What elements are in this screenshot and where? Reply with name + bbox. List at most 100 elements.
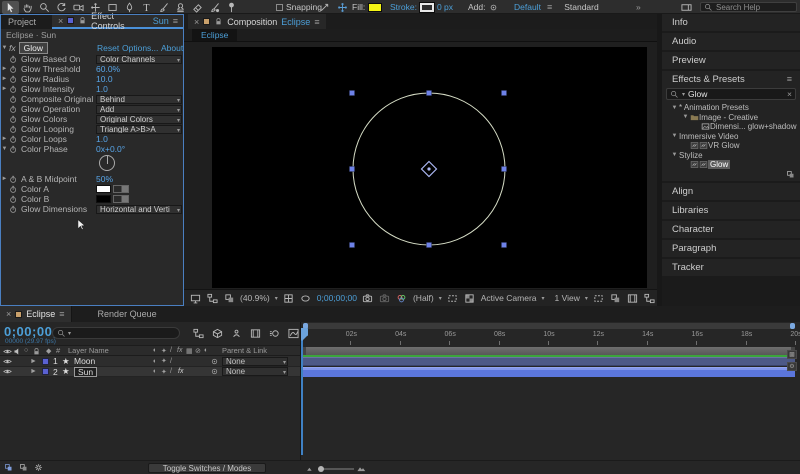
panel-header-libraries[interactable]: Libraries	[662, 202, 800, 219]
playhead-handle[interactable]	[300, 328, 308, 336]
color-picker-icon[interactable]	[113, 195, 129, 203]
snapshot-icon[interactable]	[362, 292, 374, 304]
effects-presets-header[interactable]: Effects & Presets ≡	[662, 71, 800, 87]
workspace-standard[interactable]: Standard	[564, 2, 599, 12]
zoom-slider-knob[interactable]	[318, 466, 324, 472]
tool-brush-button[interactable]	[155, 1, 172, 14]
timeline-search-box[interactable]: ▾	[52, 327, 180, 339]
viewer-timecode[interactable]: 0;00;00;00	[317, 293, 357, 303]
property-value[interactable]: 0x+0.0°	[96, 144, 125, 154]
about-link[interactable]: About..	[161, 43, 184, 53]
close-icon[interactable]: ×	[58, 16, 63, 26]
shy-layers-icon[interactable]	[230, 327, 242, 339]
composition-frame[interactable]	[212, 47, 647, 288]
twirl-open-icon[interactable]: ▼	[670, 133, 679, 139]
options-link[interactable]: Options...	[122, 43, 158, 53]
dual-view-icon[interactable]	[223, 292, 235, 304]
audio-column-icon[interactable]	[13, 347, 22, 356]
expand-switches-pane-icon[interactable]	[19, 463, 28, 472]
layer-quality-icon[interactable]: /	[170, 368, 172, 375]
fill-swatch[interactable]	[368, 3, 382, 12]
navigator-end-handle[interactable]	[790, 323, 795, 329]
graph-editor-icon[interactable]	[287, 327, 299, 339]
property-value[interactable]: 10.0	[96, 74, 113, 84]
resolution-value[interactable]: (Half)	[413, 293, 434, 303]
lock-column-icon[interactable]	[32, 347, 41, 356]
property-dropdown[interactable]: Triangle A>B>A▾	[96, 125, 182, 134]
tool-selection-button[interactable]	[2, 1, 19, 14]
zoom-in-icon[interactable]	[357, 464, 366, 473]
parent-dropdown[interactable]: None▾	[222, 357, 288, 366]
snapping-checkbox[interactable]	[276, 4, 283, 11]
color-swatch[interactable]	[96, 195, 111, 203]
workspace-default[interactable]: Default	[514, 2, 541, 12]
draft-3d-icon[interactable]	[211, 327, 223, 339]
magnification-value[interactable]: (40.9%)	[240, 293, 270, 303]
property-dropdown[interactable]: Original Colors▾	[96, 115, 182, 124]
toggle-switches-modes-button[interactable]: Toggle Switches / Modes	[148, 463, 266, 473]
property-value[interactable]: 1.0	[96, 134, 108, 144]
grid-guides-icon[interactable]	[283, 292, 295, 304]
label-column-icon[interactable]: ◆	[46, 346, 51, 355]
layer-row-sun[interactable]: ►2★Sun◖✦/fxNone▾	[0, 367, 300, 378]
stopwatch-icon[interactable]	[9, 175, 18, 184]
stroke-swatch[interactable]	[420, 3, 434, 12]
expand-transfer-pane-icon[interactable]	[34, 463, 43, 472]
lock-icon[interactable]	[78, 16, 87, 25]
tool-puppet-pin-button[interactable]	[223, 1, 240, 14]
work-area-bar[interactable]	[302, 347, 795, 357]
stopwatch-icon[interactable]	[9, 195, 18, 204]
workspace-bar-icon[interactable]	[680, 1, 692, 13]
video-column-icon[interactable]	[3, 347, 12, 356]
color-phase-dial[interactable]	[0, 154, 184, 174]
view-layout-selector[interactable]: 1 View	[555, 293, 580, 303]
property-value[interactable]: 50%	[96, 174, 113, 184]
twirl-icon[interactable]: ►	[0, 176, 9, 182]
panel-header-tracker[interactable]: Tracker	[662, 259, 800, 276]
effects-tree-item[interactable]: ▼* Animation Presets	[662, 103, 800, 113]
transparency-grid-icon[interactable]	[464, 292, 476, 304]
effects-tree-item[interactable]: ▼Image - Creative	[662, 113, 800, 123]
zoom-out-icon[interactable]	[306, 464, 315, 473]
layer-bar-sun[interactable]	[302, 367, 795, 377]
tool-camera-button[interactable]	[70, 1, 87, 14]
tab-project[interactable]: Project	[0, 14, 44, 29]
snap-align-icon[interactable]	[336, 1, 348, 13]
clear-search-icon[interactable]: ×	[787, 89, 792, 99]
active-camera-selector[interactable]: Active Camera	[481, 293, 537, 303]
stroke-value[interactable]: 0 px	[437, 2, 453, 12]
parent-pickwhip-icon[interactable]	[210, 357, 219, 366]
show-channels-icon[interactable]	[396, 292, 408, 304]
new-preset-icon[interactable]	[786, 170, 795, 179]
layer-shy-icon[interactable]: ◖	[152, 358, 156, 365]
stopwatch-icon[interactable]	[9, 115, 18, 124]
twirl-open-icon[interactable]: ▼	[670, 105, 679, 111]
motion-blur-icon[interactable]	[268, 327, 280, 339]
tool-clone-stamp-button[interactable]	[172, 1, 189, 14]
flowchart-button-icon[interactable]	[644, 292, 656, 304]
panel-header-character[interactable]: Character	[662, 221, 800, 238]
layer-shy-icon[interactable]: ◖	[152, 368, 156, 375]
layer-collapse-icon[interactable]: ✦	[161, 368, 167, 376]
reset-link[interactable]: Reset	[97, 43, 119, 53]
stopwatch-icon[interactable]	[9, 95, 18, 104]
playhead-line[interactable]	[301, 336, 303, 455]
snap-angle-icon[interactable]	[318, 1, 330, 13]
layer-color-swatch[interactable]	[42, 368, 49, 375]
add-icon[interactable]	[489, 3, 498, 12]
panel-header-preview[interactable]: Preview	[662, 52, 800, 69]
layer-collapse-icon[interactable]: ✦	[161, 357, 167, 365]
effect-name[interactable]: Glow	[19, 42, 48, 54]
tool-eraser-button[interactable]	[189, 1, 206, 14]
show-snapshot-icon[interactable]	[379, 292, 391, 304]
zoom-slider[interactable]	[318, 468, 354, 470]
close-icon[interactable]: ×	[6, 309, 11, 319]
panel-menu-icon[interactable]: ≡	[59, 309, 64, 319]
workspace-overflow[interactable]: »	[636, 0, 641, 14]
layer-visibility-icon[interactable]	[3, 357, 12, 366]
tool-roto-brush-button[interactable]	[206, 1, 223, 14]
layer-name[interactable]: Sun	[74, 367, 97, 377]
twirl-icon[interactable]: ►	[0, 136, 9, 142]
panel-header-audio[interactable]: Audio	[662, 33, 800, 50]
tab-render-queue[interactable]: Render Queue	[90, 306, 165, 322]
